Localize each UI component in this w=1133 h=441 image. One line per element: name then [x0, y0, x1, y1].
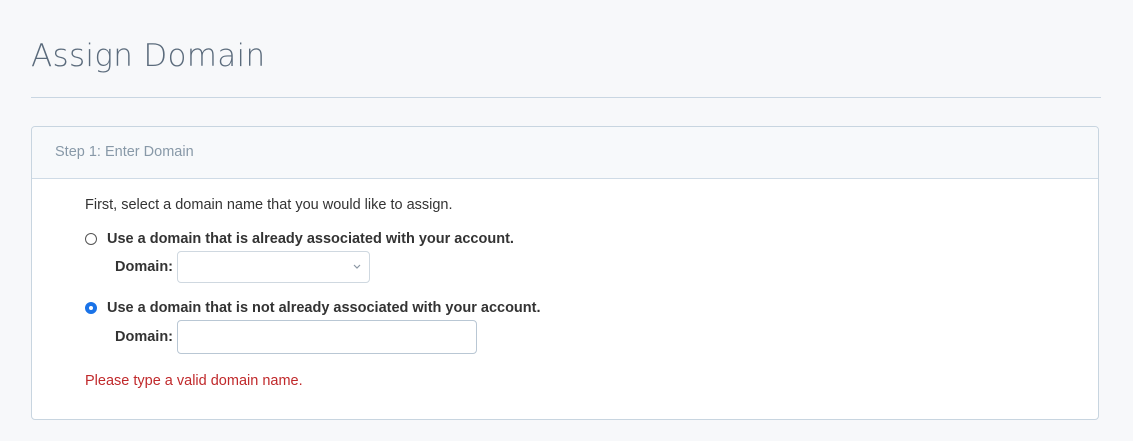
page-title: Assign Domain: [31, 38, 266, 74]
step-panel: Step 1: Enter Domain First, select a dom…: [31, 126, 1099, 420]
option-existing-label[interactable]: Use a domain that is already associated …: [107, 231, 514, 247]
error-message: Please type a valid domain name.: [85, 373, 303, 389]
existing-domain-select[interactable]: [177, 251, 370, 283]
existing-domain-label: Domain:: [115, 259, 173, 275]
new-domain-field: Domain:: [115, 320, 477, 354]
option-existing-domain[interactable]: Use a domain that is already associated …: [85, 231, 514, 247]
chevron-down-icon: [353, 264, 361, 269]
assign-domain-page: Assign Domain Step 1: Enter Domain First…: [0, 0, 1133, 441]
radio-new-domain[interactable]: [85, 302, 97, 314]
intro-text: First, select a domain name that you wou…: [85, 197, 453, 213]
panel-heading: Step 1: Enter Domain: [32, 127, 1098, 179]
existing-domain-field: Domain:: [115, 251, 370, 283]
title-divider: [31, 97, 1101, 98]
option-new-label[interactable]: Use a domain that is not already associa…: [107, 300, 541, 316]
option-new-domain[interactable]: Use a domain that is not already associa…: [85, 300, 541, 316]
radio-existing-domain[interactable]: [85, 233, 97, 245]
new-domain-input[interactable]: [177, 320, 477, 354]
new-domain-label: Domain:: [115, 329, 173, 345]
